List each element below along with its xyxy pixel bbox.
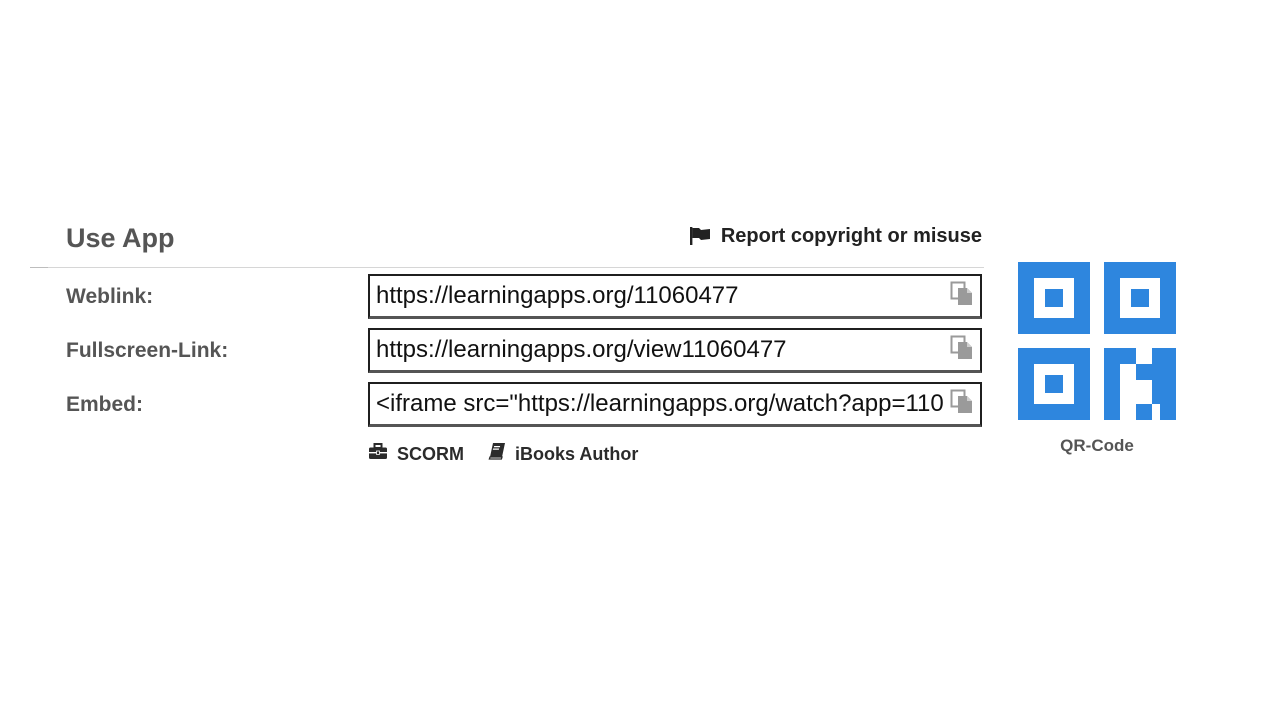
scorm-label: SCORM <box>397 444 464 464</box>
copy-icon[interactable] <box>950 335 974 361</box>
section-title: Use App <box>66 223 175 253</box>
briefcase-icon <box>368 442 388 466</box>
embed-input[interactable] <box>370 384 944 424</box>
copy-icon[interactable] <box>950 281 974 307</box>
embed-field-box <box>368 382 982 427</box>
weblink-field-box <box>368 274 982 319</box>
flag-icon <box>689 226 711 246</box>
ibooks-author-label: iBooks Author <box>515 444 639 464</box>
embed-label: Embed: <box>66 393 144 416</box>
export-links: SCORM iBooks Author <box>368 442 638 466</box>
fullscreen-link-input[interactable] <box>370 330 944 370</box>
use-app-panel: Use App Report copyright or misuse Webli… <box>0 0 1280 720</box>
ibooks-author-link[interactable]: iBooks Author <box>488 442 638 466</box>
book-icon <box>488 442 506 466</box>
weblink-input[interactable] <box>370 276 944 316</box>
scorm-link[interactable]: SCORM <box>368 442 464 466</box>
report-label: Report copyright or misuse <box>720 225 982 247</box>
header-divider <box>30 267 984 268</box>
qr-code[interactable] <box>1018 262 1176 420</box>
fullscreen-field-box <box>368 328 982 373</box>
qr-code-label: QR-Code <box>1060 436 1134 455</box>
fullscreen-link-label: Fullscreen-Link: <box>66 339 229 362</box>
weblink-label: Weblink: <box>66 285 154 308</box>
copy-icon[interactable] <box>950 389 974 415</box>
report-link[interactable]: Report copyright or misuse <box>689 223 982 249</box>
